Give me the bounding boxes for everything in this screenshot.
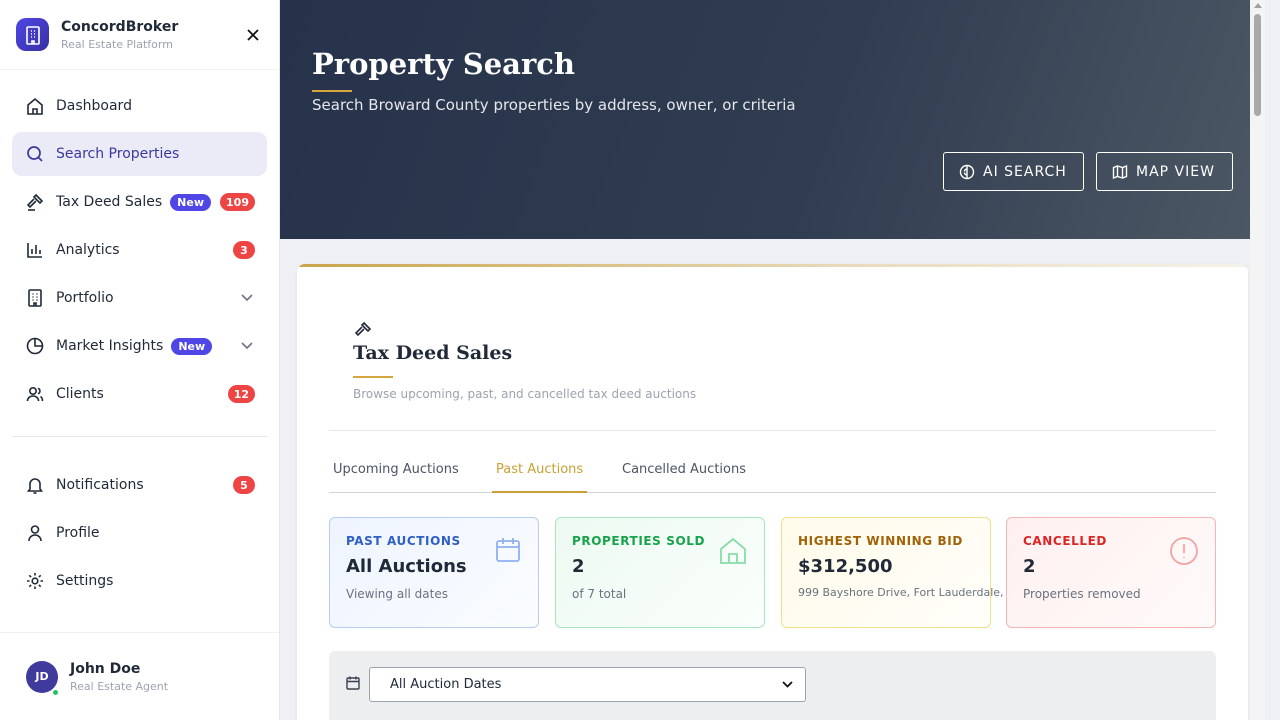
nav-settings-label: Settings [56,573,114,589]
building-icon [24,287,46,309]
page-scrollbar[interactable] [1250,0,1265,720]
section-subtitle: Browse upcoming, past, and cancelled tax… [353,387,697,401]
chevron-down-icon[interactable] [239,290,255,306]
chevron-down-icon [782,677,793,692]
section-title-underline [353,376,393,378]
nav-dashboard[interactable]: Dashboard [12,84,267,128]
nav-notifications-label: Notifications [56,477,144,493]
stat-value: $312,500 [798,556,893,577]
tab-upcoming-auctions[interactable]: Upcoming Auctions [333,462,459,493]
brain-icon [959,164,975,180]
stat-note: 999 Bayshore Drive, Fort Lauderdale, FL [798,586,1020,599]
user-name: John Doe [70,660,141,677]
stat-card-past-auctions: PAST AUCTIONS All Auctions Viewing all d… [329,517,539,628]
nav-portfolio-label: Portfolio [56,290,114,306]
calendar-icon [345,675,361,695]
close-icon [247,28,259,41]
building-logo-icon [16,18,49,51]
nav-divider [12,436,267,437]
alert-circle-icon [1169,536,1199,570]
chevron-down-icon[interactable] [239,338,255,354]
brand-subtitle: Real Estate Platform [61,37,173,51]
divider [329,430,1216,431]
user-role: Real Estate Agent [70,679,169,693]
card-accent-bar [297,264,1248,267]
page-title: Property Search [312,47,575,81]
user-icon [24,522,46,544]
gear-icon [24,570,46,592]
gavel-icon [24,191,46,213]
close-sidebar-button[interactable] [243,25,263,45]
tax-deed-card: Tax Deed Sales Browse upcoming, past, an… [297,264,1248,720]
avatar-initials: JD [35,670,49,683]
title-underline [312,90,352,92]
tab-cancelled-auctions[interactable]: Cancelled Auctions [622,462,746,493]
sidebar: ConcordBroker Real Estate Platform Dashb… [0,0,280,720]
section-title: Tax Deed Sales [353,342,513,364]
online-status-dot [51,687,60,697]
main-content: Property Search Search Broward County pr… [280,0,1265,720]
new-tag: New [170,193,211,211]
nav-clients[interactable]: Clients 12 [12,372,267,416]
stat-note: Viewing all dates [346,587,448,601]
user-profile-card[interactable]: JD John Doe Real Estate Agent [0,632,279,720]
map-view-label: MAP VIEW [1136,163,1215,180]
new-tag: New [171,337,213,355]
nav-search-properties-label: Search Properties [56,146,180,162]
stat-note: of 7 total [572,587,627,601]
nav-notifications[interactable]: Notifications 5 [12,463,267,507]
ai-search-label: AI SEARCH [983,163,1067,180]
stat-card-highest-bid: HIGHEST WINNING BID $312,500 999 Bayshor… [781,517,1020,628]
nav-dashboard-label: Dashboard [56,98,132,114]
tab-past-auctions[interactable]: Past Auctions [492,462,588,493]
nav-profile-label: Profile [56,525,100,541]
notifications-count-badge: 5 [233,476,255,494]
nav-market-insights[interactable]: Market Insights New [12,324,267,368]
tax-deed-count-badge: 109 [220,193,255,211]
stat-card-cancelled: CANCELLED 2 Properties removed [1006,517,1216,628]
scroll-up-arrow[interactable] [1254,3,1262,8]
pie-chart-icon [24,335,46,357]
secondary-nav: Notifications 5 Profile Settings [0,463,279,603]
clients-count-badge: 12 [227,385,255,403]
calendar-icon [494,536,522,568]
scrollbar-thumb[interactable] [1254,14,1261,116]
page-subtitle: Search Broward County properties by addr… [312,96,796,114]
nav-tax-deed-sales[interactable]: Tax Deed Sales New 109 [12,180,267,224]
home-icon [24,95,46,117]
nav-settings[interactable]: Settings [12,559,267,603]
analytics-count-badge: 3 [233,241,255,259]
stat-note: Properties removed [1023,587,1141,601]
search-icon [24,143,46,165]
hero-banner: Property Search Search Broward County pr… [280,0,1265,239]
main-nav: Dashboard Search Properties Tax Deed Sal… [0,70,279,416]
brand-name: ConcordBroker [61,18,179,35]
house-icon [718,536,748,570]
nav-clients-label: Clients [56,386,104,402]
nav-portfolio[interactable]: Portfolio [12,276,267,320]
nav-market-insights-label: Market Insights [56,338,164,354]
bar-chart-icon [24,239,46,261]
nav-tax-deed-sales-label: Tax Deed Sales [56,194,163,210]
auction-tabs: Upcoming Auctions Past Auctions Cancelle… [329,454,1216,493]
brand-header: ConcordBroker Real Estate Platform [0,0,279,70]
nav-analytics-label: Analytics [56,242,120,258]
auction-date-select[interactable]: All Auction Dates [369,667,806,702]
filter-bar: All Auction Dates [329,651,1216,720]
users-icon [24,383,46,405]
gavel-icon [353,320,373,344]
nav-search-properties[interactable]: Search Properties [12,132,267,176]
bell-icon [24,474,46,496]
nav-profile[interactable]: Profile [12,511,267,555]
avatar: JD [26,660,60,697]
ai-search-button[interactable]: AI SEARCH [943,152,1084,191]
nav-analytics[interactable]: Analytics 3 [12,228,267,272]
stat-card-properties-sold: PROPERTIES SOLD 2 of 7 total [555,517,765,628]
auction-date-select-value: All Auction Dates [390,677,502,692]
map-view-button[interactable]: MAP VIEW [1096,152,1233,191]
map-icon [1112,164,1128,180]
stat-label: HIGHEST WINNING BID [798,534,963,548]
